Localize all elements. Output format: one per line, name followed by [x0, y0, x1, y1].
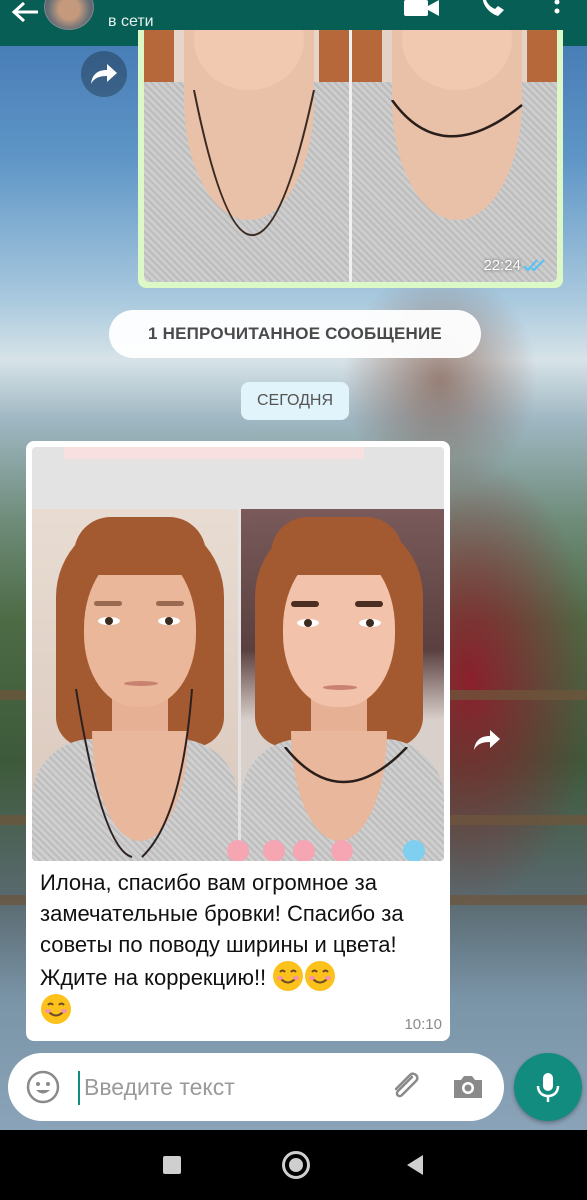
- back-arrow-icon[interactable]: [8, 2, 42, 32]
- voice-call-icon[interactable]: [478, 0, 510, 18]
- message-text: Илона, спасибо вам огромное за замечател…: [32, 861, 444, 1026]
- contact-avatar[interactable]: [44, 0, 94, 30]
- video-call-icon[interactable]: [404, 0, 440, 18]
- forward-button[interactable]: [81, 51, 127, 97]
- more-options-icon[interactable]: [550, 0, 564, 20]
- read-receipt-icon: [523, 259, 545, 272]
- voice-record-button[interactable]: [514, 1053, 582, 1121]
- text-cursor: [78, 1071, 80, 1105]
- before-photo: [32, 509, 238, 861]
- forward-icon: [91, 64, 117, 84]
- forward-icon: [474, 730, 500, 750]
- message-time: 10:10: [404, 1016, 442, 1033]
- system-navigation-bar: [0, 1130, 587, 1200]
- outgoing-photo[interactable]: 22:24: [144, 30, 557, 282]
- smiling-face-emoji-icon: [273, 961, 304, 991]
- outgoing-image-message[interactable]: 22:24: [138, 30, 563, 288]
- forward-button[interactable]: [464, 717, 510, 763]
- date-chip: СЕГОДНЯ: [241, 382, 349, 420]
- system-back-icon[interactable]: [405, 1154, 425, 1176]
- unread-messages-banner: 1 НЕПРОЧИТАННОЕ СООБЩЕНИЕ: [109, 310, 481, 358]
- message-time: 22:24: [483, 257, 521, 274]
- emoji-icon[interactable]: [26, 1070, 60, 1104]
- camera-icon[interactable]: [450, 1069, 486, 1105]
- message-body: Илона, спасибо вам огромное за замечател…: [40, 870, 404, 990]
- microphone-icon: [536, 1073, 560, 1102]
- hearts-decoration: [227, 840, 425, 861]
- smiling-face-emoji-icon: [305, 961, 336, 991]
- after-photo: [241, 509, 444, 861]
- incoming-message[interactable]: Илона, спасибо вам огромное за замечател…: [26, 441, 450, 1041]
- photo-caption-strip: [64, 447, 364, 459]
- smiling-face-emoji-icon: [41, 994, 71, 1024]
- contact-status: в сети: [108, 13, 154, 30]
- home-icon[interactable]: [282, 1151, 310, 1179]
- incoming-photo[interactable]: [32, 447, 444, 861]
- paperclip-icon[interactable]: [388, 1069, 424, 1105]
- message-input[interactable]: [84, 1067, 374, 1107]
- recents-icon[interactable]: [163, 1156, 181, 1174]
- message-composer: [8, 1053, 504, 1121]
